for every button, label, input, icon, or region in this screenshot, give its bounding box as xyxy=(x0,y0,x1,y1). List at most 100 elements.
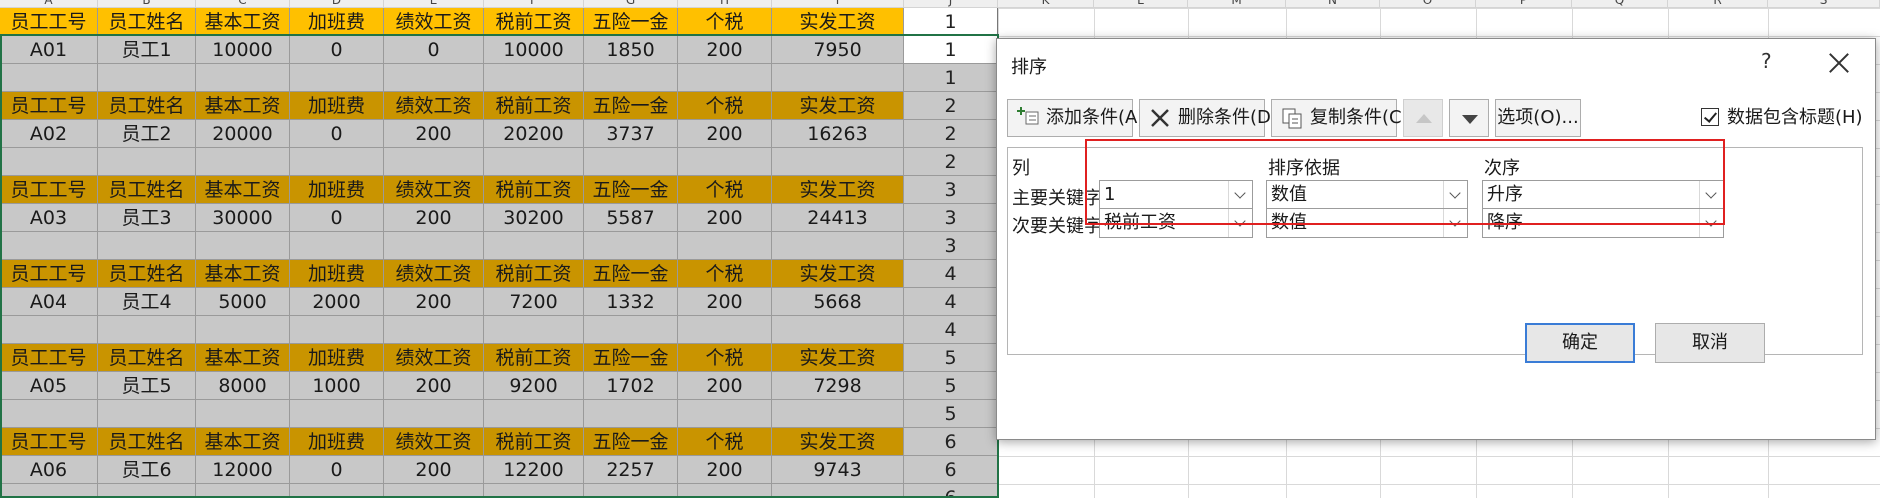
blank-cell[interactable] xyxy=(0,484,98,498)
column-header-7[interactable]: H xyxy=(678,0,772,7)
helper-column-cell[interactable]: 1 xyxy=(904,64,998,92)
data-cell[interactable]: 9743 xyxy=(772,456,904,484)
column-header-strip[interactable]: ABCDEFGHIJKLMNOPQRS xyxy=(0,0,1880,8)
blank-cell[interactable] xyxy=(484,148,584,176)
helper-column-cell[interactable]: 5 xyxy=(904,372,998,400)
blank-cell[interactable] xyxy=(196,484,290,498)
header-cell[interactable]: 个税 xyxy=(678,260,772,288)
blank-cell[interactable] xyxy=(678,148,772,176)
blank-cell[interactable] xyxy=(0,232,98,260)
blank-cell[interactable] xyxy=(384,316,484,344)
data-cell[interactable]: 200 xyxy=(678,36,772,64)
blank-cell[interactable] xyxy=(772,64,904,92)
header-cell[interactable]: 加班费 xyxy=(290,344,384,372)
header-cell[interactable]: 员工姓名 xyxy=(98,8,196,36)
header-cell[interactable]: 实发工资 xyxy=(772,344,904,372)
header-cell[interactable]: 五险一金 xyxy=(584,8,678,36)
blank-cell[interactable] xyxy=(678,484,772,498)
header-row[interactable]: 员工工号 员工姓名 基本工资 加班费 绩效工资 税前工资 五险一金 个税 实发工资 1 xyxy=(0,8,1000,36)
blank-cell[interactable] xyxy=(484,484,584,498)
data-cell[interactable]: 员工6 xyxy=(98,456,196,484)
data-cell[interactable]: 200 xyxy=(384,288,484,316)
data-cell[interactable]: 7200 xyxy=(484,288,584,316)
secondary-column-select[interactable]: 税前工资 xyxy=(1099,208,1253,238)
blank-cell[interactable] xyxy=(0,148,98,176)
header-cell[interactable]: 五险一金 xyxy=(584,92,678,120)
data-cell[interactable]: 员工1 xyxy=(98,36,196,64)
header-cell[interactable]: 员工工号 xyxy=(0,428,98,456)
column-header-10[interactable]: K xyxy=(998,0,1094,7)
blank-cell[interactable] xyxy=(98,400,196,428)
header-cell[interactable]: 五险一金 xyxy=(584,344,678,372)
header-cell[interactable]: 个税 xyxy=(678,8,772,36)
move-down-button[interactable] xyxy=(1449,99,1489,137)
blank-cell[interactable] xyxy=(584,400,678,428)
blank-cell[interactable] xyxy=(98,316,196,344)
data-cell[interactable]: 20200 xyxy=(484,120,584,148)
data-row[interactable]: A04 员工4 5000 2000 200 7200 1332 200 5668 4 xyxy=(0,288,1000,316)
header-cell[interactable]: 基本工资 xyxy=(196,8,290,36)
data-cell[interactable]: 12000 xyxy=(196,456,290,484)
blank-cell[interactable] xyxy=(290,232,384,260)
data-cell[interactable]: 30000 xyxy=(196,204,290,232)
helper-column-cell[interactable]: 3 xyxy=(904,176,998,204)
blank-cell[interactable] xyxy=(384,64,484,92)
header-cell[interactable]: 绩效工资 xyxy=(384,92,484,120)
helper-column-cell[interactable]: 4 xyxy=(904,316,998,344)
header-cell[interactable]: 五险一金 xyxy=(584,428,678,456)
blank-cell[interactable] xyxy=(196,148,290,176)
header-cell[interactable]: 实发工资 xyxy=(772,176,904,204)
header-cell[interactable]: 实发工资 xyxy=(772,92,904,120)
blank-cell[interactable] xyxy=(196,400,290,428)
data-cell[interactable]: 7950 xyxy=(772,36,904,64)
blank-cell[interactable] xyxy=(678,316,772,344)
blank-row[interactable]: 1 xyxy=(0,64,1000,92)
blank-cell[interactable] xyxy=(196,316,290,344)
header-cell[interactable]: 员工工号 xyxy=(0,8,98,36)
column-header-16[interactable]: Q xyxy=(1572,0,1668,7)
helper-column-cell[interactable]: 2 xyxy=(904,92,998,120)
column-header-6[interactable]: G xyxy=(584,0,678,7)
header-cell[interactable]: 税前工资 xyxy=(484,428,584,456)
header-cell[interactable]: 税前工资 xyxy=(484,92,584,120)
column-header-3[interactable]: D xyxy=(290,0,384,7)
header-cell[interactable]: 员工姓名 xyxy=(98,92,196,120)
header-row[interactable]: 员工工号 员工姓名 基本工资 加班费 绩效工资 税前工资 五险一金 个税 实发工资 2 xyxy=(0,92,1000,120)
header-cell[interactable]: 员工姓名 xyxy=(98,260,196,288)
data-cell[interactable]: 员工5 xyxy=(98,372,196,400)
primary-order-select[interactable]: 升序 xyxy=(1482,180,1724,210)
add-level-button[interactable]: 添加条件(A) xyxy=(1007,99,1144,137)
header-cell[interactable]: 绩效工资 xyxy=(384,428,484,456)
header-row[interactable]: 员工工号 员工姓名 基本工资 加班费 绩效工资 税前工资 五险一金 个税 实发工资 5 xyxy=(0,344,1000,372)
data-cell[interactable]: 0 xyxy=(384,36,484,64)
blank-cell[interactable] xyxy=(98,484,196,498)
blank-cell[interactable] xyxy=(290,64,384,92)
data-cell[interactable]: 10000 xyxy=(196,36,290,64)
helper-column-cell[interactable]: 4 xyxy=(904,288,998,316)
blank-cell[interactable] xyxy=(678,232,772,260)
primary-column-select[interactable]: 1 xyxy=(1099,180,1253,210)
blank-cell[interactable] xyxy=(772,400,904,428)
cancel-button[interactable]: 取消 xyxy=(1655,323,1765,363)
header-row[interactable]: 员工工号 员工姓名 基本工资 加班费 绩效工资 税前工资 五险一金 个税 实发工资 4 xyxy=(0,260,1000,288)
data-row[interactable]: A02 员工2 20000 0 200 20200 3737 200 16263 2 xyxy=(0,120,1000,148)
data-cell[interactable]: 员工4 xyxy=(98,288,196,316)
blank-cell[interactable] xyxy=(484,400,584,428)
blank-cell[interactable] xyxy=(0,400,98,428)
helper-column-cell[interactable]: 6 xyxy=(904,428,998,456)
column-header-11[interactable]: L xyxy=(1094,0,1188,7)
secondary-order-select[interactable]: 降序 xyxy=(1482,208,1724,238)
blank-row[interactable]: 3 xyxy=(0,232,1000,260)
blank-cell[interactable] xyxy=(384,484,484,498)
column-header-14[interactable]: O xyxy=(1380,0,1476,7)
data-cell[interactable]: 9200 xyxy=(484,372,584,400)
column-header-17[interactable]: R xyxy=(1668,0,1768,7)
data-cell[interactable]: 0 xyxy=(290,36,384,64)
data-cell[interactable]: 员工2 xyxy=(98,120,196,148)
primary-sort-on-select[interactable]: 数值 xyxy=(1266,180,1468,210)
data-cell[interactable]: 16263 xyxy=(772,120,904,148)
blank-cell[interactable] xyxy=(290,316,384,344)
data-cell[interactable]: 0 xyxy=(290,120,384,148)
data-cell[interactable]: A06 xyxy=(0,456,98,484)
data-cell[interactable]: 1332 xyxy=(584,288,678,316)
